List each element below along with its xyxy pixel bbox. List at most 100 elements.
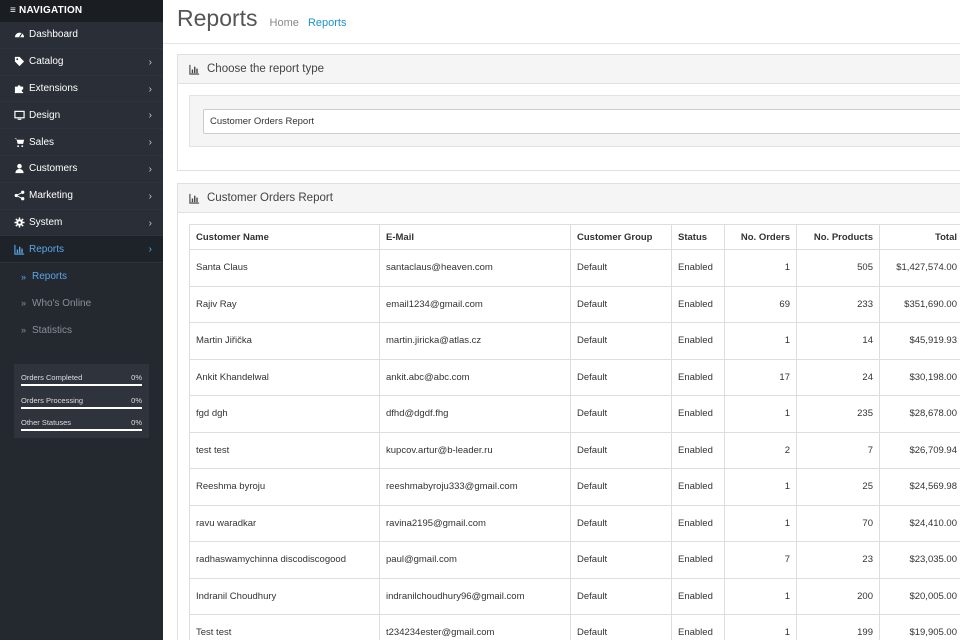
cell-email: indranilchoudhury96@gmail.com [379, 577, 571, 615]
cell-customer-group: Default [570, 577, 672, 615]
sidebar-item-label: Extensions [29, 82, 78, 94]
cell-customer-name: Reeshma byroju [189, 468, 380, 506]
stat-label: Other Statuses [21, 418, 72, 428]
report-type-heading: Choose the report type [178, 55, 960, 84]
cell-no-orders: 1 [724, 395, 797, 433]
table-row: Martin Jiřička martin.jiricka@atlas.cz Def… [189, 322, 960, 360]
breadcrumb-reports[interactable]: Reports [308, 17, 347, 29]
cell-no-products: 235 [796, 395, 880, 433]
cell-customer-group: Default [570, 504, 672, 542]
sidebar-item-customers[interactable]: Customers › [0, 155, 163, 183]
cell-no-orders: 1 [724, 504, 797, 542]
sidebar-item-label: Customers [29, 163, 78, 175]
cell-customer-name: Santa Claus [189, 249, 380, 287]
cell-no-orders: 1 [724, 468, 797, 506]
table-row: fgd dgh dfhd@dgdf.fhg Default Enabled 1 235 $2… [189, 395, 960, 433]
chevron-right-icon: › [148, 190, 152, 202]
chevron-right-icon: › [148, 83, 152, 95]
table-header-row: Customer Name E-Mail Customer Group Stat… [189, 224, 960, 250]
col-no-orders[interactable]: No. Orders [724, 224, 797, 250]
cell-email: t234234ester@gmail.com [379, 614, 571, 640]
sidebar-item-reports[interactable]: Reports › [0, 236, 163, 264]
tags-icon [14, 56, 25, 67]
cell-customer-group: Default [570, 358, 672, 396]
cell-customer-group: Default [570, 541, 672, 579]
cell-email: ankit.abc@abc.com [379, 358, 571, 396]
customer-orders-heading-label: Customer Orders Report [207, 192, 333, 204]
sidebar-item-extensions[interactable]: Extensions › [0, 75, 163, 103]
cell-no-orders: 1 [724, 249, 797, 287]
chevron-right-icon: › [148, 110, 152, 122]
cell-total: $1,427,574.00 [879, 249, 960, 287]
sidebar-item-label: Design [29, 109, 61, 121]
dashboard-icon [14, 29, 25, 40]
sidebar-item-dashboard[interactable]: Dashboard [0, 22, 163, 49]
cell-no-products: 200 [796, 577, 880, 615]
stat-label: Orders Completed [21, 373, 83, 382]
sidebar-item-marketing[interactable]: Marketing › [0, 182, 163, 210]
cell-total: $28,678.00 [879, 395, 960, 433]
cell-customer-group: Default [570, 285, 672, 323]
report-type-well: Customer Orders Report [189, 95, 960, 147]
table-row: Test test t234234ester@gmail.com Default En… [189, 614, 960, 640]
puzzle-icon [14, 83, 25, 94]
cell-customer-name: radhaswamychinna discodiscogood [189, 541, 380, 579]
cell-status: Enabled [671, 249, 725, 287]
cell-customer-name: Martin Jiřička [189, 322, 380, 360]
cell-no-orders: 7 [724, 541, 797, 579]
sidebar-item-design[interactable]: Design › [0, 102, 163, 130]
breadcrumb: Home Reports [270, 17, 347, 32]
chevron-right-icon: › [148, 244, 152, 256]
cell-total: $30,198.00 [879, 358, 960, 396]
nav-header[interactable]: ≡ NAVIGATION [0, 0, 163, 22]
submenu-item-label: Who's Online [32, 297, 92, 309]
cell-status: Enabled [671, 577, 725, 615]
order-stats-box: Orders Completed 0% Orders Processing 0% Oth… [14, 364, 149, 438]
cell-no-products: 199 [796, 614, 880, 640]
cell-no-products: 7 [796, 431, 880, 469]
cell-no-orders: 1 [724, 322, 797, 360]
report-type-select[interactable]: Customer Orders Report [203, 109, 960, 134]
cell-no-products: 14 [796, 322, 880, 360]
breadcrumb-home[interactable]: Home [270, 17, 299, 29]
submenu-item-label: Statistics [32, 324, 73, 336]
cog-icon [14, 217, 25, 228]
double-chevron-icon: » [21, 271, 27, 282]
submenu-item-who-s-online[interactable]: » Who's Online [0, 290, 163, 317]
bar-chart-icon [189, 64, 200, 75]
col-customer-group[interactable]: Customer Group [570, 224, 672, 250]
chevron-right-icon: › [148, 56, 152, 68]
submenu-item-reports[interactable]: » Reports [0, 263, 163, 290]
cell-customer-name: fgd dgh [189, 395, 380, 433]
stat-progress-bar [21, 384, 142, 386]
cell-customer-name: Rajiv Ray [189, 285, 380, 323]
double-chevron-icon: » [21, 298, 27, 309]
cell-email: santaclaus@heaven.com [379, 249, 571, 287]
page-title: Reports [177, 5, 258, 31]
col-status[interactable]: Status [671, 224, 725, 250]
submenu-item-statistics[interactable]: » Statistics [0, 317, 163, 344]
table-row: Ankit Khandelwal ankit.abc@abc.com Default… [189, 358, 960, 396]
cell-customer-name: ravu waradkar [189, 504, 380, 542]
col-no-products[interactable]: No. Products [796, 224, 880, 250]
page-header: Reports Home Reports [163, 0, 960, 44]
report-type-panel: Choose the report type Customer Orders R… [177, 54, 960, 171]
cell-customer-group: Default [570, 395, 672, 433]
cell-email: martin.jiricka@atlas.cz [379, 322, 571, 360]
sidebar-item-catalog[interactable]: Catalog › [0, 48, 163, 76]
col-email[interactable]: E-Mail [379, 224, 571, 250]
cell-status: Enabled [671, 358, 725, 396]
sidebar-item-label: Dashboard [29, 29, 78, 41]
sidebar-item-sales[interactable]: Sales › [0, 129, 163, 156]
cell-total: $24,410.00 [879, 504, 960, 542]
cell-customer-group: Default [570, 431, 672, 469]
stat-label: Orders Processing [21, 395, 84, 405]
col-customer-name[interactable]: Customer Name [189, 224, 380, 250]
cell-customer-group: Default [570, 322, 672, 360]
customer-orders-panel: Customer Orders Report Customer Name E-M… [177, 183, 960, 640]
cell-total: $24,569.98 [879, 468, 960, 506]
table-row: Santa Claus santaclaus@heaven.com Default E… [189, 249, 960, 287]
table-row: Reeshma byroju reeshmabyroju333@gmail.com… [189, 468, 960, 506]
sidebar-item-system[interactable]: System › [0, 209, 163, 237]
col-total[interactable]: Total [879, 224, 960, 250]
